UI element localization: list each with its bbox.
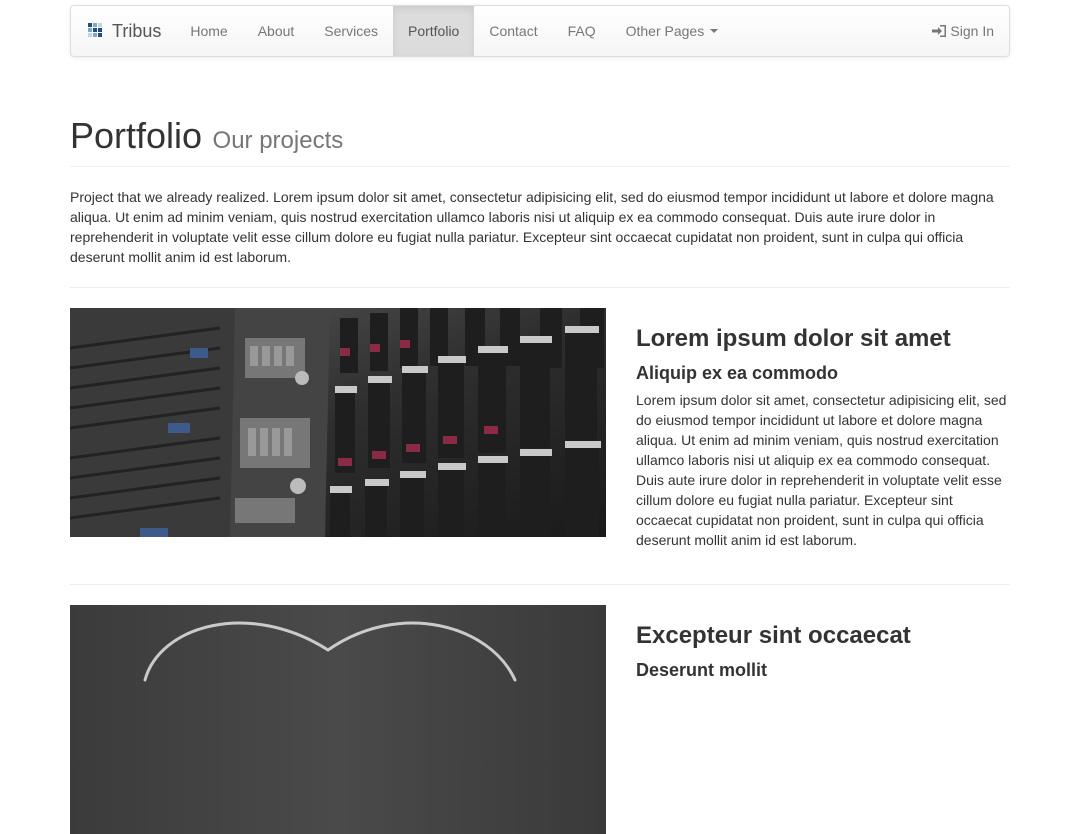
project-image-server-rack bbox=[70, 308, 606, 537]
nav-about[interactable]: About bbox=[243, 6, 310, 56]
caret-down-icon bbox=[710, 29, 719, 33]
brand-name: Tribus bbox=[112, 20, 162, 41]
nav-home[interactable]: Home bbox=[175, 6, 242, 56]
project-description: Lorem ipsum dolor sit amet, consectetur … bbox=[636, 392, 1007, 548]
page-subtitle: Our projects bbox=[212, 127, 344, 154]
brand-link[interactable]: Tribus bbox=[71, 6, 175, 56]
dropdown-label: Other Pages bbox=[625, 23, 705, 39]
navbar: Tribus Home About Services Portfolio Con… bbox=[70, 5, 1010, 57]
page-header: Portfolio Our projects bbox=[70, 112, 1010, 167]
server-rack-photo bbox=[70, 308, 606, 537]
nav-faq[interactable]: FAQ bbox=[553, 6, 611, 56]
divider bbox=[70, 287, 1010, 288]
project-1-text: Lorem ipsum dolor sit amet Aliquip ex ea… bbox=[636, 324, 1010, 550]
nav-contact[interactable]: Contact bbox=[474, 6, 552, 56]
project-2-text: Excepteur sint occaecat Deserunt mollit bbox=[636, 621, 1010, 682]
chalkboard-heart-photo bbox=[70, 605, 606, 834]
project-subtitle: Aliquip ex ea commodo bbox=[636, 363, 839, 383]
nav-portfolio[interactable]: Portfolio bbox=[392, 6, 475, 56]
nav-services[interactable]: Services bbox=[309, 6, 393, 56]
nav-other-pages-dropdown[interactable]: Other Pages bbox=[611, 6, 734, 56]
page-title: Portfolio bbox=[70, 115, 203, 156]
project-subtitle: Deserunt mollit bbox=[636, 660, 768, 680]
log-in-icon bbox=[932, 25, 947, 37]
grid-logo-icon bbox=[88, 23, 104, 39]
divider bbox=[70, 584, 1010, 585]
sign-in-label: Sign In bbox=[950, 23, 994, 39]
project-title: Excepteur sint occaecat bbox=[636, 622, 911, 649]
project-title: Lorem ipsum dolor sit amet bbox=[636, 325, 951, 352]
sign-in-link[interactable]: Sign In bbox=[917, 6, 1009, 56]
intro-paragraph: Project that we already realized. Lorem … bbox=[70, 189, 994, 265]
project-image-chalkboard bbox=[70, 605, 606, 834]
